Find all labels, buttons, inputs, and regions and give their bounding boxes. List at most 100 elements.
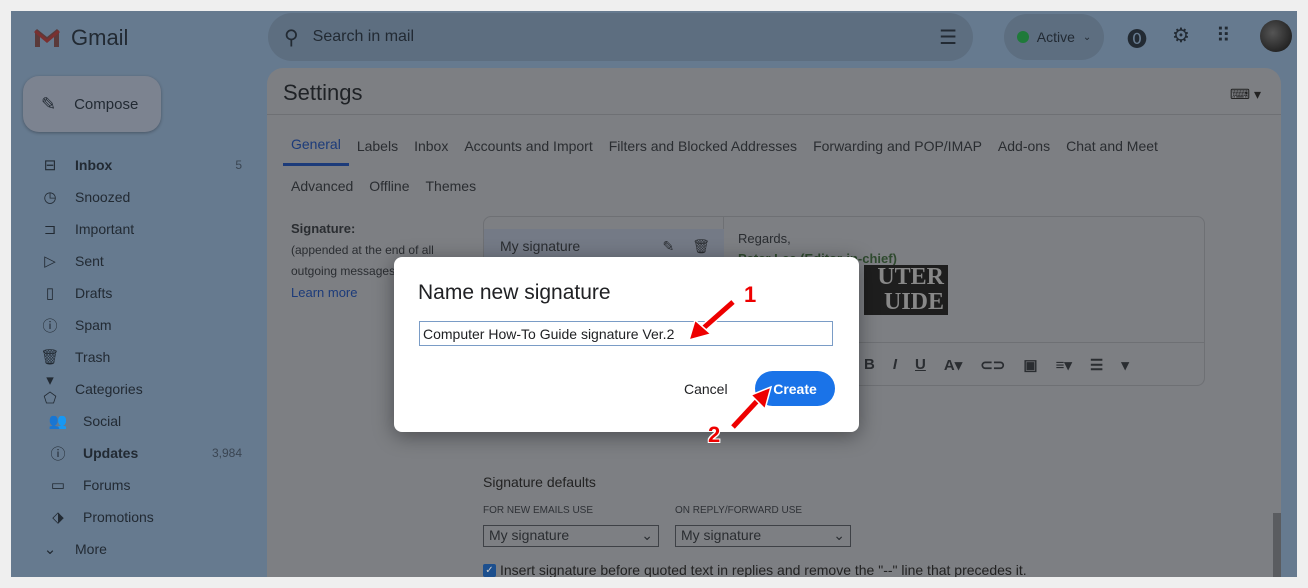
signature-name-input[interactable] — [419, 321, 833, 346]
sidebar-nav: ⊟ Inbox 5 ◷ Snoozed ⊐ Important ▷ Sent ▯ Drafts ⓘ Sp… — [11, 149, 261, 565]
inbox-icon: ⊟ — [43, 157, 57, 174]
sidebar-item-label: Spam — [75, 317, 112, 333]
sidebar-item-promotions[interactable]: ⬗ Promotions — [11, 501, 261, 533]
sidebar-item-social[interactable]: 👥 Social — [11, 405, 261, 437]
sidebar-item-snoozed[interactable]: ◷ Snoozed — [11, 181, 261, 213]
draft-icon: ▯ — [45, 285, 55, 302]
sidebar-item-updates[interactable]: ⓘ Updates 3,984 — [11, 437, 261, 469]
page-title: Settings — [283, 80, 363, 105]
learn-more-link[interactable]: Learn more — [291, 285, 357, 300]
sidebar-item-spam[interactable]: ⓘ Spam — [11, 309, 261, 341]
sidebar-item-label: Snoozed — [75, 189, 131, 205]
new-emails-label: FOR NEW EMAILS USE — [483, 505, 594, 516]
sidebar-item-label: Forums — [83, 477, 131, 493]
insert-before-quoted-checkbox[interactable]: ✓ Insert signature before quoted text in… — [483, 562, 1027, 577]
sidebar-item-label: More — [75, 541, 107, 557]
sidebar-item-forums[interactable]: ▭ Forums — [11, 469, 261, 501]
sidebar-item-label: Drafts — [75, 285, 113, 301]
tab-forwarding-and-pop-imap[interactable]: Forwarding and POP/IMAP — [805, 126, 990, 166]
search-bar[interactable]: ⚲ Search in mail ☰ — [268, 13, 973, 61]
dialog-title: Name new signature — [418, 281, 611, 304]
sidebar-item-label: Updates — [83, 445, 139, 461]
settings-tabs: General Labels Inbox Accounts and Import Fil… — [283, 126, 1243, 206]
people-icon: 👥 — [48, 413, 68, 430]
gmail-window: Gmail ⚲ Search in mail ☰ Active ⌄ ⓿ ⚙ ⠿ … — [11, 11, 1297, 577]
important-icon: ⊐ — [43, 221, 57, 238]
new-emails-select[interactable]: My signature ⌄ — [483, 525, 659, 547]
tab-offline[interactable]: Offline — [361, 166, 417, 206]
chevron-down-icon: ⌄ — [1082, 31, 1092, 43]
tab-add-ons[interactable]: Add-ons — [990, 126, 1058, 166]
unread-count: 3,984 — [211, 446, 242, 460]
tab-general[interactable]: General — [283, 126, 349, 166]
signature-logo-image: UTER UIDE — [864, 265, 948, 315]
info-icon: ⓘ — [50, 445, 66, 463]
gmail-m-icon — [34, 29, 60, 47]
scrollbar[interactable] — [1273, 513, 1281, 577]
sidebar-item-label: Trash — [75, 349, 111, 365]
chevron-down-icon: ⌄ — [641, 527, 653, 543]
spam-icon: ⓘ — [42, 317, 58, 335]
tab-chat-and-meet[interactable]: Chat and Meet — [1058, 126, 1166, 166]
italic-icon[interactable]: I — [893, 356, 897, 373]
send-icon: ▷ — [44, 253, 56, 270]
forum-icon: ▭ — [50, 477, 66, 494]
tab-accounts-and-import[interactable]: Accounts and Import — [456, 126, 600, 166]
keyboard-icon[interactable]: ⌨ ▾ — [1230, 86, 1261, 103]
underline-icon[interactable]: U — [915, 356, 926, 373]
sidebar-item-label: Important — [75, 221, 135, 237]
search-icon[interactable]: ⚲ — [284, 25, 299, 50]
trash-icon[interactable]: 🗑 — [692, 238, 710, 255]
reply-forward-label: ON REPLY/FORWARD USE — [675, 505, 803, 516]
gear-icon[interactable]: ⚙ — [1172, 23, 1190, 48]
chevron-down-icon: ⌄ — [43, 541, 57, 558]
sidebar-item-drafts[interactable]: ▯ Drafts — [11, 277, 261, 309]
sidebar-item-label: Inbox — [75, 157, 113, 173]
sidebar-item-trash[interactable]: 🗑 Trash — [11, 341, 261, 373]
sidebar-item-more[interactable]: ⌄ More — [11, 533, 261, 565]
search-input[interactable]: Search in mail — [313, 28, 939, 46]
edit-icon[interactable]: ✎ — [662, 238, 674, 255]
more-formatting-icon[interactable]: ▾ — [1121, 356, 1129, 374]
apps-grid-icon[interactable]: ⠿ — [1216, 23, 1231, 48]
gmail-logo[interactable]: Gmail — [33, 25, 128, 51]
checkbox-checked-icon[interactable]: ✓ — [483, 563, 496, 577]
tab-filters-and-blocked-addresses[interactable]: Filters and Blocked Addresses — [601, 126, 805, 166]
annotation-arrow-1 — [687, 299, 736, 342]
trash-icon: 🗑 — [40, 349, 60, 366]
bold-icon[interactable]: B — [864, 356, 875, 373]
filter-options-icon[interactable]: ☰ — [939, 25, 957, 50]
sidebar-item-important[interactable]: ⊐ Important — [11, 213, 261, 245]
reply-forward-select[interactable]: My signature ⌄ — [675, 525, 851, 547]
text-color-icon[interactable]: A▾ — [944, 356, 962, 374]
numbered-list-icon[interactable]: ☰ — [1090, 356, 1103, 374]
compose-button[interactable]: ✎ Compose — [23, 76, 161, 132]
link-icon[interactable]: ⊂⊃ — [980, 356, 1005, 374]
sidebar-item-label: Promotions — [83, 509, 154, 525]
signature-defaults-title: Signature defaults — [483, 474, 596, 490]
sidebar-item-label: Social — [83, 413, 122, 429]
tab-themes[interactable]: Themes — [418, 166, 485, 206]
name-signature-dialog: Name new signature Cancel Create — [394, 257, 859, 432]
sidebar-item-categories[interactable]: ▾ ⬠ Categories — [11, 372, 261, 407]
avatar[interactable] — [1260, 20, 1292, 52]
align-icon[interactable]: ≡▾ — [1056, 356, 1072, 374]
unread-count: 5 — [235, 158, 242, 172]
annotation-arrow-2 — [730, 385, 773, 430]
help-icon[interactable]: ⓿ — [1127, 23, 1147, 52]
tab-inbox[interactable]: Inbox — [406, 126, 456, 166]
divider — [267, 114, 1281, 115]
label-icon: ▾ ⬠ — [43, 372, 57, 407]
sidebar-item-inbox[interactable]: ⊟ Inbox 5 — [11, 149, 261, 181]
annotation-step-2: 2 — [708, 422, 721, 447]
status-dropdown[interactable]: Active ⌄ — [1004, 14, 1104, 60]
sidebar-item-sent[interactable]: ▷ Sent — [11, 245, 261, 277]
sidebar-item-label: Sent — [75, 253, 104, 269]
tag-icon: ⬗ — [52, 509, 64, 526]
pencil-icon: ✎ — [41, 93, 57, 114]
clock-icon: ◷ — [43, 189, 57, 206]
status-dot-icon — [1016, 31, 1029, 43]
image-icon[interactable]: ▣ — [1023, 356, 1037, 374]
tab-labels[interactable]: Labels — [349, 126, 406, 166]
tab-advanced[interactable]: Advanced — [283, 166, 361, 206]
